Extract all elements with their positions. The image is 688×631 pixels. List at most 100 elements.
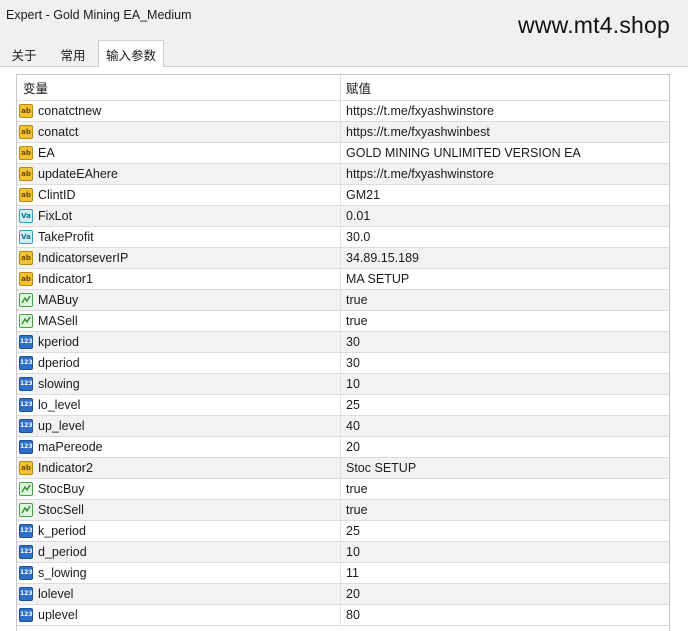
string-type-icon: ab <box>19 188 33 202</box>
table-row[interactable]: 123 kperiod 30 <box>17 332 669 353</box>
table-row[interactable]: ab conatctnew https://t.me/fxyashwinstore <box>17 101 669 122</box>
variable-name: lo_level <box>38 398 81 412</box>
variable-name: updateEAhere <box>38 167 118 181</box>
table-row[interactable]: ab Indicator1 MA SETUP <box>17 269 669 290</box>
table-row[interactable]: ab IndicatorseverIP 34.89.15.189 <box>17 248 669 269</box>
value-cell[interactable]: https://t.me/fxyashwinbest <box>341 122 669 142</box>
value-cell[interactable]: true <box>341 479 669 499</box>
value-cell[interactable]: MA SETUP <box>341 269 669 289</box>
value-cell[interactable]: 11 <box>341 563 669 583</box>
int-type-icon: 123 <box>19 335 33 349</box>
variable-name: lolevel <box>38 587 74 601</box>
variable-cell: ab conatct <box>17 122 341 142</box>
tab-about[interactable]: 关于 <box>2 42 46 66</box>
table-row[interactable]: 123 s_lowing 11 <box>17 563 669 584</box>
int-type-icon: 123 <box>19 377 33 391</box>
table-row[interactable]: 123 slowing 10 <box>17 374 669 395</box>
int-type-icon: 123 <box>19 440 33 454</box>
variable-name: MABuy <box>38 293 79 307</box>
table-row[interactable]: StocBuy true <box>17 479 669 500</box>
string-type-icon: ab <box>19 146 33 160</box>
string-type-icon: ab <box>19 125 33 139</box>
string-type-icon: ab <box>19 272 33 286</box>
value-cell[interactable]: GM21 <box>341 185 669 205</box>
variable-cell: ab Indicator1 <box>17 269 341 289</box>
column-header-variable[interactable]: 变量 <box>17 75 341 100</box>
value-cell[interactable]: 0.01 <box>341 206 669 226</box>
variable-name: d_period <box>38 545 87 559</box>
double-type-icon: Va <box>19 230 33 244</box>
table-row[interactable]: 123 up_level 40 <box>17 416 669 437</box>
bool-type-icon <box>19 314 33 328</box>
value-cell[interactable]: true <box>341 311 669 331</box>
value-cell[interactable]: true <box>341 500 669 520</box>
value-cell[interactable]: https://t.me/fxyashwinstore <box>341 101 669 121</box>
variable-name: EA <box>38 146 55 160</box>
int-type-icon: 123 <box>19 398 33 412</box>
variable-name: conatctnew <box>38 104 102 118</box>
int-type-icon: 123 <box>19 356 33 370</box>
value-cell[interactable]: 80 <box>341 605 669 625</box>
value-cell[interactable]: https://t.me/fxyashwinstore <box>341 164 669 184</box>
variable-name: conatct <box>38 125 79 139</box>
variable-cell: 123 d_period <box>17 542 341 562</box>
table-row[interactable]: 123 maPereode 20 <box>17 437 669 458</box>
variable-name: dperiod <box>38 356 80 370</box>
value-cell[interactable]: true <box>341 290 669 310</box>
table-row[interactable]: ab Indicator2 Stoc SETUP <box>17 458 669 479</box>
value-cell[interactable]: 25 <box>341 521 669 541</box>
table-row[interactable]: ab updateEAhere https://t.me/fxyashwinstor… <box>17 164 669 185</box>
value-cell[interactable]: 30 <box>341 353 669 373</box>
table-row[interactable]: 123 k_period 25 <box>17 521 669 542</box>
int-type-icon: 123 <box>19 566 33 580</box>
value-cell[interactable]: 34.89.15.189 <box>341 248 669 268</box>
value-cell[interactable]: 30 <box>341 332 669 352</box>
tab-inputs[interactable]: 输入参数 <box>98 40 164 67</box>
table-row[interactable]: 123 lolevel 20 <box>17 584 669 605</box>
int-type-icon: 123 <box>19 524 33 538</box>
table-row[interactable]: 123 dperiod 30 <box>17 353 669 374</box>
bool-type-icon <box>19 293 33 307</box>
variable-name: Indicator2 <box>38 461 93 475</box>
bool-type-icon <box>19 503 33 517</box>
table-row[interactable]: MASell true <box>17 311 669 332</box>
table-body: ab conatctnew https://t.me/fxyashwinstore a… <box>17 101 669 626</box>
variable-name: uplevel <box>38 608 78 622</box>
variable-name: s_lowing <box>38 566 87 580</box>
table-row[interactable]: 123 uplevel 80 <box>17 605 669 626</box>
table-row[interactable]: Va FixLot 0.01 <box>17 206 669 227</box>
value-cell[interactable]: 10 <box>341 542 669 562</box>
tab-common[interactable]: 常用 <box>48 42 98 66</box>
variable-cell: StocSell <box>17 500 341 520</box>
variable-cell: 123 dperiod <box>17 353 341 373</box>
int-type-icon: 123 <box>19 608 33 622</box>
value-cell[interactable]: Stoc SETUP <box>341 458 669 478</box>
title-bar: Expert - Gold Mining EA_Medium www.mt4.s… <box>0 0 688 38</box>
table-row[interactable]: ab conatct https://t.me/fxyashwinbest <box>17 122 669 143</box>
value-cell[interactable]: 10 <box>341 374 669 394</box>
value-cell[interactable]: 30.0 <box>341 227 669 247</box>
variable-cell: MABuy <box>17 290 341 310</box>
variable-cell: 123 up_level <box>17 416 341 436</box>
table-row[interactable]: 123 lo_level 25 <box>17 395 669 416</box>
value-cell[interactable]: 20 <box>341 584 669 604</box>
value-cell[interactable]: 20 <box>341 437 669 457</box>
table-row[interactable]: ab EA GOLD MINING UNLIMITED VERSION EA <box>17 143 669 164</box>
variable-cell: StocBuy <box>17 479 341 499</box>
table-row[interactable]: 123 d_period 10 <box>17 542 669 563</box>
variable-name: IndicatorseverIP <box>38 251 129 265</box>
table-row[interactable]: MABuy true <box>17 290 669 311</box>
table-row[interactable]: StocSell true <box>17 500 669 521</box>
column-header-value[interactable]: 赋值 <box>341 75 669 100</box>
value-cell[interactable]: GOLD MINING UNLIMITED VERSION EA <box>341 143 669 163</box>
variable-cell: 123 slowing <box>17 374 341 394</box>
table-row[interactable]: Va TakeProfit 30.0 <box>17 227 669 248</box>
int-type-icon: 123 <box>19 545 33 559</box>
value-cell[interactable]: 40 <box>341 416 669 436</box>
variable-cell: ab IndicatorseverIP <box>17 248 341 268</box>
variable-cell: ab Indicator2 <box>17 458 341 478</box>
table-row[interactable]: ab ClintID GM21 <box>17 185 669 206</box>
variable-name: TakeProfit <box>38 230 94 244</box>
value-cell[interactable]: 25 <box>341 395 669 415</box>
string-type-icon: ab <box>19 461 33 475</box>
